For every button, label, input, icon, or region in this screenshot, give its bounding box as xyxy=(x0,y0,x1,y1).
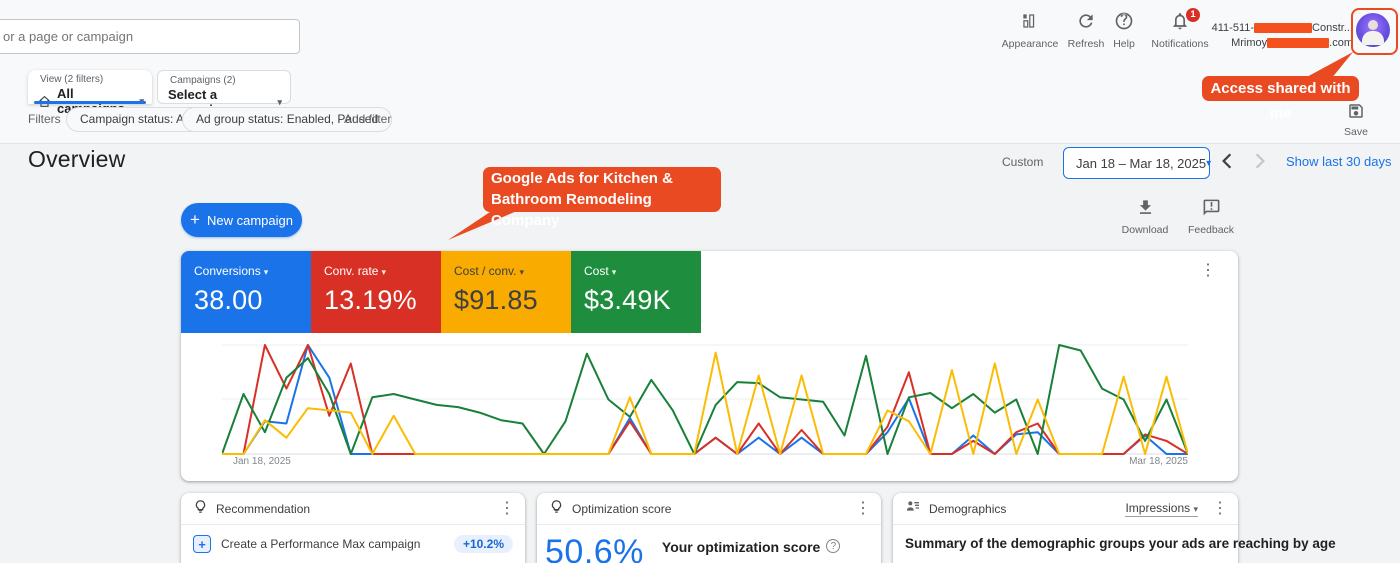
redaction-bar xyxy=(1267,38,1330,49)
more-options-icon[interactable]: ⋮ xyxy=(499,500,515,517)
account-line2: Mrimoy .com xyxy=(1231,37,1353,49)
more-options-icon[interactable]: ⋮ xyxy=(1212,500,1228,517)
search-input[interactable] xyxy=(0,19,300,54)
save-button[interactable]: Save xyxy=(1336,102,1376,138)
next-period-button[interactable] xyxy=(1253,152,1267,170)
recommendation-card-header: Recommendation ⋮ xyxy=(181,493,525,525)
download-button[interactable]: Download xyxy=(1116,198,1174,236)
avatar-highlight-box xyxy=(1351,8,1398,55)
chart-more-options-icon[interactable]: ⋮ xyxy=(1200,263,1216,279)
metric-value: 13.19% xyxy=(324,285,417,315)
feedback-label: Feedback xyxy=(1187,224,1235,236)
help-circle-icon[interactable]: ? xyxy=(826,539,841,553)
performance-line-chart xyxy=(222,344,1188,455)
optimization-card-title: Optimization score xyxy=(572,501,672,516)
x-axis-start-label: Jan 18, 2025 xyxy=(233,456,291,467)
page-title: Overview xyxy=(28,146,126,172)
campaign-selector-label: Campaigns (2) xyxy=(170,75,236,86)
demographics-summary: Summary of the demographic groups your a… xyxy=(905,536,1336,551)
metric-card-cost[interactable]: Cost ▾ $3.49K xyxy=(571,251,701,333)
view-selector-label: View (2 filters) xyxy=(40,74,104,85)
save-icon xyxy=(1347,104,1365,124)
chevron-down-icon: ▾ xyxy=(1206,157,1212,169)
demographics-icon xyxy=(905,498,921,519)
optimization-score-card: Optimization score ⋮ 50.6% Your optimiza… xyxy=(537,493,881,563)
impressions-dropdown-value: Impressions xyxy=(1125,500,1191,515)
metric-label: Cost / conv. xyxy=(454,264,517,278)
view-selector[interactable]: View (2 filters) All campaigns ▾ xyxy=(28,70,152,116)
optimization-score-row: 50.6% Your optimization score ? xyxy=(537,525,881,563)
x-axis-end-label: Mar 18, 2025 xyxy=(1129,456,1188,467)
custom-range-label: Custom xyxy=(1002,155,1044,169)
optimization-score-value: 50.6% xyxy=(545,533,644,563)
metric-label: Cost xyxy=(584,264,609,278)
add-filter-button[interactable]: Add filter xyxy=(344,112,391,126)
impressions-dropdown[interactable]: Impressions ▾ xyxy=(1125,501,1198,517)
chevron-down-icon: ▾ xyxy=(1193,503,1198,514)
plus-icon: + xyxy=(190,210,200,229)
metric-card-cost-per-conv[interactable]: Cost / conv. ▾ $91.85 xyxy=(441,251,571,333)
appearance-icon xyxy=(1020,11,1040,32)
account-info[interactable]: 411-511- Constr... Mrimoy .com xyxy=(1205,21,1353,51)
filters-label: Filters xyxy=(28,112,61,126)
recommendation-item[interactable]: + Create a Performance Max campaign +10.… xyxy=(181,525,525,553)
notifications-label: Notifications xyxy=(1151,38,1209,50)
download-icon xyxy=(1136,200,1155,221)
optimization-score-label: Your optimization score xyxy=(661,539,821,555)
performance-max-icon: + xyxy=(193,535,211,553)
appearance-button[interactable]: Appearance xyxy=(995,11,1065,50)
access-shared-annotation: Access shared with me xyxy=(1202,76,1359,122)
download-label: Download xyxy=(1121,224,1169,236)
refresh-icon xyxy=(1076,11,1096,32)
recommendation-card-title: Recommendation xyxy=(216,501,311,516)
notifications-button[interactable]: 1 Notifications xyxy=(1150,8,1210,50)
notifications-badge: 1 xyxy=(1186,8,1200,22)
feedback-button[interactable]: Feedback xyxy=(1182,198,1240,236)
view-selected-underline xyxy=(34,101,146,104)
show-last-30-days-link[interactable]: Show last 30 days xyxy=(1286,154,1392,169)
date-range-value: Jan 18 – Mar 18, 2025 xyxy=(1076,155,1207,171)
recommendation-card: Recommendation ⋮ + Create a Performance … xyxy=(181,493,525,563)
lightbulb-icon xyxy=(549,499,564,519)
metric-value: $3.49K xyxy=(584,285,671,315)
uplift-badge: +10.2% xyxy=(453,535,513,553)
lightbulb-icon xyxy=(193,499,208,519)
chevron-down-icon: ▾ xyxy=(277,96,282,107)
metric-label: Conversions xyxy=(194,264,261,278)
chevron-down-icon: ▾ xyxy=(611,267,617,277)
help-icon xyxy=(1114,11,1134,32)
demographics-card-title: Demographics xyxy=(929,501,1007,516)
redaction-bar xyxy=(1254,23,1313,34)
google-ads-overview-page: Appearance Refresh Help 1 Notifications … xyxy=(0,0,1400,563)
performance-chart-card: Conversions ▾ 38.00 Conv. rate ▾ 13.19% Co… xyxy=(181,251,1238,481)
metric-card-conversions[interactable]: Conversions ▾ 38.00 xyxy=(181,251,311,333)
feedback-icon xyxy=(1202,199,1221,221)
demographics-card: Demographics Impressions ▾ ⋮ Summary of … xyxy=(893,493,1336,563)
chevron-down-icon: ▾ xyxy=(519,267,524,277)
more-options-icon[interactable]: ⋮ xyxy=(855,500,871,517)
recommendation-text: Create a Performance Max campaign xyxy=(221,537,421,551)
campaign-selector[interactable]: Campaigns (2) Select a campaign ▾ xyxy=(157,70,291,117)
chevron-down-icon: ▾ xyxy=(263,267,269,277)
save-label: Save xyxy=(1344,126,1368,138)
new-campaign-label: New campaign xyxy=(206,212,293,228)
new-campaign-button[interactable]: + New campaign xyxy=(181,203,302,237)
metric-label: Conv. rate xyxy=(324,264,379,278)
campaign-note-annotation: Google Ads for Kitchen & Bathroom Remode… xyxy=(483,167,721,229)
account-line1: 411-511- Constr... xyxy=(1211,22,1353,34)
metric-card-conv-rate[interactable]: Conv. rate ▾ 13.19% xyxy=(311,251,441,333)
appearance-label: Appearance xyxy=(1001,38,1059,50)
metric-value: $91.85 xyxy=(454,285,538,315)
help-button[interactable]: Help xyxy=(1102,11,1146,50)
demographics-card-header: Demographics Impressions ▾ ⋮ xyxy=(893,493,1238,525)
metric-value: 38.00 xyxy=(194,285,263,315)
help-label: Help xyxy=(1113,38,1135,50)
optimization-card-header: Optimization score ⋮ xyxy=(537,493,881,525)
previous-period-button[interactable] xyxy=(1220,152,1234,170)
date-range-picker[interactable]: Jan 18 – Mar 18, 2025 ▾ xyxy=(1063,147,1212,179)
chevron-down-icon: ▾ xyxy=(381,267,386,277)
